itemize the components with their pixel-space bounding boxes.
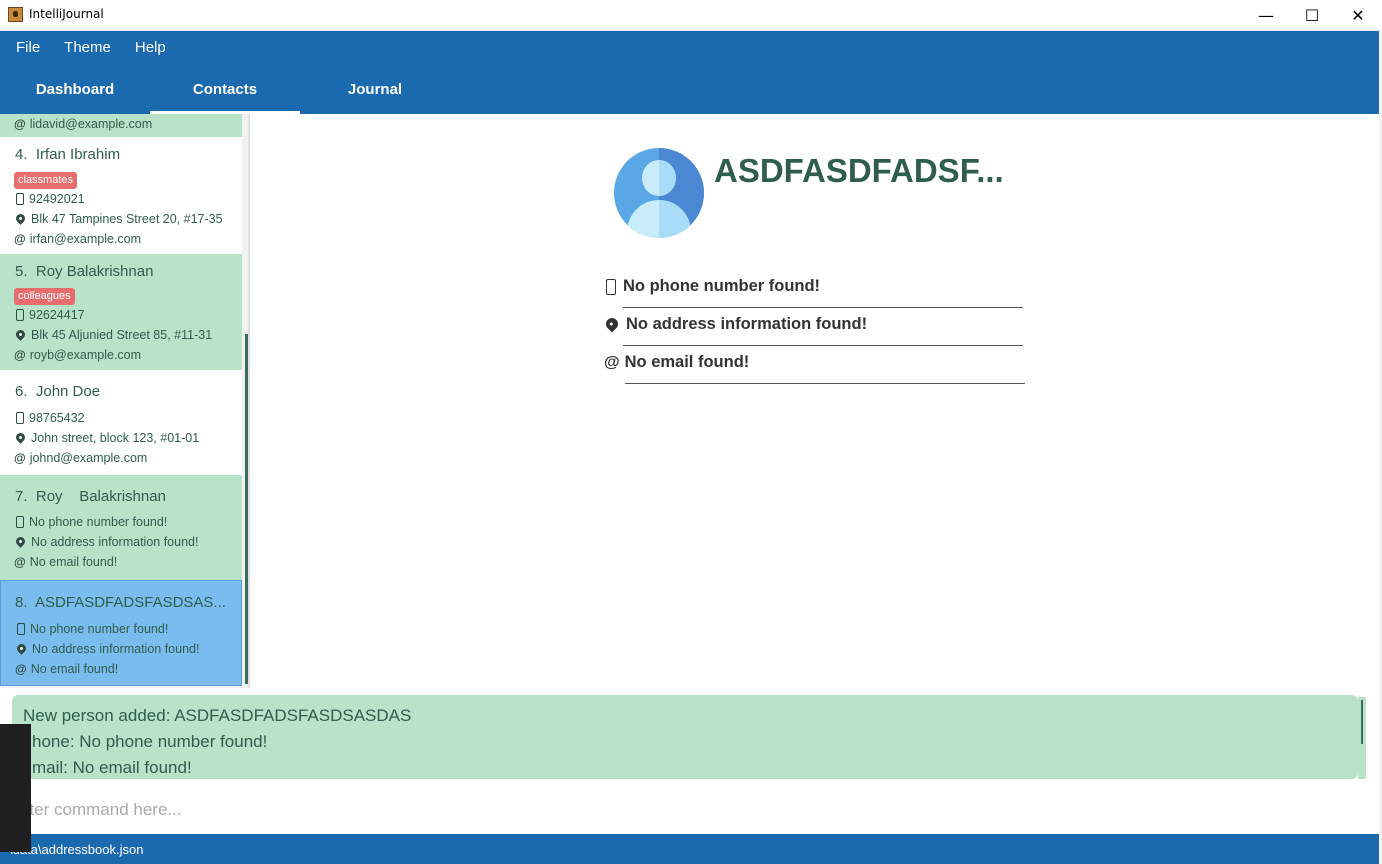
email-icon: @ <box>14 555 26 569</box>
divider <box>623 307 1023 308</box>
email-icon: @ <box>14 451 26 465</box>
detail-phone: No phone number found! <box>604 277 820 296</box>
contact-phone: 92624417 <box>14 308 85 322</box>
contact-tag: colleagues <box>14 288 75 305</box>
contact-phone: 92492021 <box>14 192 85 206</box>
contact-card-3[interactable]: @ lidavid@example.com <box>0 114 242 137</box>
contact-name: 7. Roy Balakrishnan <box>15 488 166 505</box>
location-pin-icon <box>14 211 27 225</box>
divider <box>625 383 1025 384</box>
contact-email: @ No email found! <box>14 555 118 569</box>
contact-name: 4. Irfan Ibrahim <box>15 146 121 163</box>
location-pin-icon <box>15 641 28 655</box>
detail-name: ASDFASDFADSF... <box>714 152 1004 189</box>
result-line: mail: No email found! <box>32 758 192 777</box>
contact-tag: classmates <box>14 172 78 189</box>
email-icon: @ <box>14 232 26 246</box>
phone-icon <box>16 516 24 528</box>
tab-bar: Dashboard Contacts Journal <box>0 68 450 114</box>
avatar-icon <box>614 148 704 238</box>
contact-address: Blk 45 Aljunied Street 85, #11-31 <box>14 327 212 342</box>
email-icon: @ <box>604 353 620 371</box>
tab-dashboard[interactable]: Dashboard <box>0 68 150 114</box>
result-display: New person added: ASDFASDFADSFASDSASDAS … <box>12 695 1358 779</box>
menu-file[interactable]: File <box>8 31 48 64</box>
title-bar: IntelliJournal — ☐ ✕ <box>0 0 1382 31</box>
contact-address: John street, block 123, #01-01 <box>14 430 199 445</box>
contact-address: No address information found! <box>14 534 198 549</box>
contact-phone: No phone number found! <box>15 622 168 636</box>
contact-email: @ royb@example.com <box>14 348 142 362</box>
contact-address: Blk 47 Tampines Street 20, #17-35 <box>14 211 223 226</box>
phone-icon <box>16 412 24 424</box>
contact-card-4[interactable]: 4. Irfan Ibrahim classmates 92492021 Blk… <box>0 137 242 254</box>
result-scrollbar[interactable] <box>1358 697 1366 779</box>
tab-journal[interactable]: Journal <box>300 68 450 114</box>
contact-email: @ irfan@example.com <box>14 232 142 246</box>
location-pin-icon <box>14 327 27 341</box>
divider <box>623 345 1023 346</box>
app-icon <box>8 7 23 22</box>
contact-phone: 98765432 <box>14 411 85 425</box>
detail-address: No address information found! <box>603 315 867 334</box>
phone-icon <box>16 193 24 205</box>
list-divider <box>248 114 250 688</box>
tab-contacts[interactable]: Contacts <box>150 68 300 114</box>
contact-email: @ lidavid@example.com <box>14 117 153 131</box>
result-line: New person added: ASDFASDFADSFASDSASDAS <box>23 706 412 725</box>
phone-icon <box>606 278 616 295</box>
contact-card-8[interactable]: 8. ASDFASDFADSFASDSAS... No phone number… <box>0 580 242 686</box>
email-icon: @ <box>14 348 26 362</box>
contact-email: @ johnd@example.com <box>14 451 148 465</box>
contact-name: 6. John Doe <box>15 383 101 400</box>
contact-phone: No phone number found! <box>14 515 167 529</box>
contact-email: @ No email found! <box>15 662 119 676</box>
window-title: IntelliJournal <box>29 7 104 21</box>
result-line: hone: No phone number found! <box>32 732 268 751</box>
close-button[interactable]: ✕ <box>1335 0 1381 31</box>
contact-name: 8. ASDFASDFADSFASDSAS... <box>15 594 226 611</box>
maximize-button[interactable]: ☐ <box>1289 0 1335 31</box>
contact-card-6[interactable]: 6. John Doe 98765432 John street, block … <box>0 370 242 475</box>
menu-bar: File Theme Help <box>0 31 174 64</box>
email-icon: @ <box>15 662 27 676</box>
location-pin-icon <box>603 315 621 332</box>
overlay-panel <box>0 724 31 852</box>
status-bar: \data\addressbook.json <box>0 834 1379 864</box>
phone-icon <box>16 309 24 321</box>
app-header: File Theme Help Dashboard Contacts Journ… <box>0 31 1379 114</box>
contact-list[interactable]: @ lidavid@example.com 4. Irfan Ibrahim c… <box>0 114 250 688</box>
location-pin-icon <box>14 430 27 444</box>
command-box <box>0 782 1379 834</box>
contact-card-5[interactable]: 5. Roy Balakrishnan colleagues 92624417 … <box>0 254 242 370</box>
minimize-button[interactable]: — <box>1243 0 1289 31</box>
location-pin-icon <box>14 534 27 548</box>
command-input[interactable] <box>20 796 1320 824</box>
detail-email: @ No email found! <box>604 353 750 371</box>
phone-icon <box>17 623 25 635</box>
contact-card-7[interactable]: 7. Roy Balakrishnan No phone number foun… <box>0 475 242 580</box>
email-icon: @ <box>14 117 26 131</box>
menu-help[interactable]: Help <box>127 31 174 64</box>
menu-theme[interactable]: Theme <box>56 31 119 64</box>
contact-name: 5. Roy Balakrishnan <box>15 263 154 280</box>
contact-address: No address information found! <box>15 641 199 656</box>
